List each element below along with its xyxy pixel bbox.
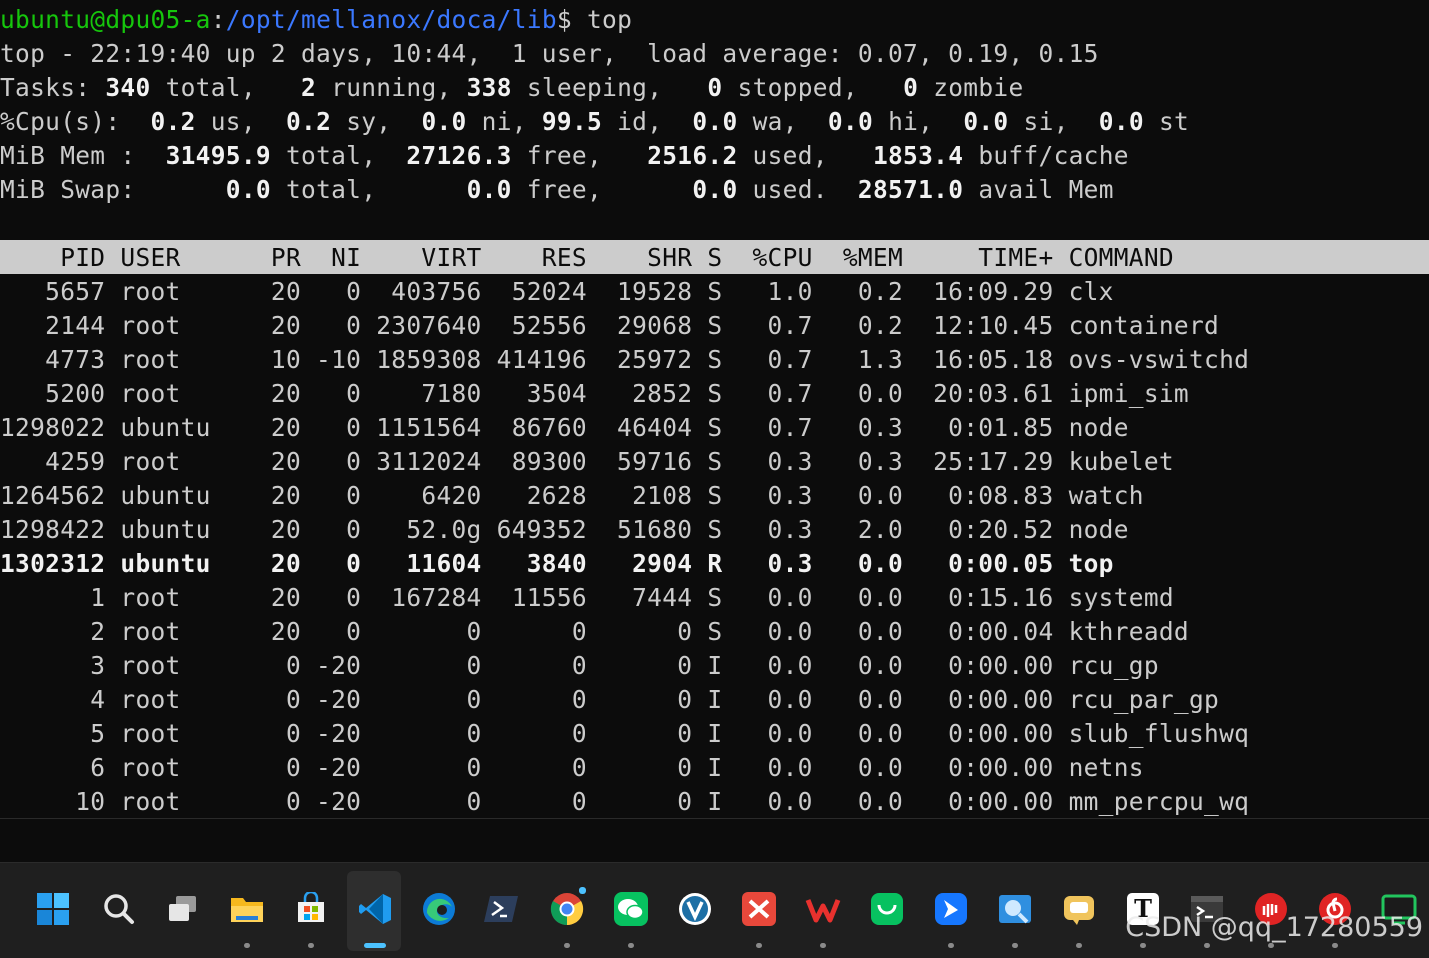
search-icon[interactable] bbox=[99, 889, 139, 929]
tasks-line: Tasks: 340 total, 2 running, 338 sleepin… bbox=[0, 73, 1024, 102]
running-indicator bbox=[628, 943, 634, 948]
vnc-viewer-icon[interactable] bbox=[675, 889, 715, 929]
feishu-icon[interactable] bbox=[931, 889, 971, 929]
running-indicator bbox=[564, 943, 570, 948]
prompt-command: top bbox=[571, 5, 633, 34]
process-row: 4773 root 10 -10 1859308 414196 25972 S … bbox=[0, 345, 1250, 374]
prompt-path: /opt/mellanox/doca/lib bbox=[225, 5, 557, 34]
windows-start-icon[interactable] bbox=[33, 889, 73, 929]
green-app-icon[interactable] bbox=[867, 889, 907, 929]
process-row: 4 root 0 -20 0 0 0 I 0.0 0.0 0:00.00 rcu… bbox=[0, 685, 1220, 714]
taskbar: T bbox=[0, 862, 1429, 958]
wps-icon[interactable] bbox=[803, 889, 843, 929]
process-row: 5200 root 20 0 7180 3504 2852 S 0.7 0.0 … bbox=[0, 379, 1189, 408]
file-explorer-icon[interactable] bbox=[227, 889, 267, 929]
running-indicator bbox=[1204, 943, 1210, 948]
process-row: 5 root 0 -20 0 0 0 I 0.0 0.0 0:00.00 slu… bbox=[0, 719, 1250, 748]
notification-dot bbox=[579, 887, 586, 894]
chat-app-icon[interactable] bbox=[1059, 889, 1099, 929]
process-row: 4259 root 20 0 3112024 89300 59716 S 0.3… bbox=[0, 447, 1174, 476]
process-row: 1 root 20 0 167284 11556 7444 S 0.0 0.0 … bbox=[0, 583, 1174, 612]
mem-line: MiB Mem : 31495.9 total, 27126.3 free, 2… bbox=[0, 141, 1129, 170]
cpu-line: %Cpu(s): 0.2 us, 0.2 sy, 0.0 ni, 99.5 id… bbox=[0, 107, 1190, 136]
running-indicator bbox=[756, 943, 762, 948]
prompt-user-host: ubuntu@dpu05-a bbox=[0, 5, 211, 34]
process-row: 1298022 ubuntu 20 0 1151564 86760 46404 … bbox=[0, 413, 1129, 442]
process-row: 10 root 0 -20 0 0 0 I 0.0 0.0 0:00.00 mm… bbox=[0, 787, 1250, 816]
running-indicator bbox=[948, 943, 954, 948]
app-search-icon[interactable] bbox=[995, 889, 1035, 929]
process-table-header: PID USER PR NI VIRT RES SHR S %CPU %MEM … bbox=[0, 243, 1174, 272]
running-indicator bbox=[1012, 943, 1018, 948]
running-indicator bbox=[1332, 943, 1338, 948]
xmind-icon[interactable] bbox=[739, 889, 779, 929]
powershell-icon[interactable] bbox=[482, 889, 522, 929]
task-view-icon[interactable] bbox=[163, 889, 203, 929]
microsoft-store-icon[interactable] bbox=[291, 889, 331, 929]
edge-icon[interactable] bbox=[419, 889, 459, 929]
shell-prompt: ubuntu@dpu05-a:/opt/mellanox/doca/lib$ t… bbox=[0, 3, 632, 37]
wechat-icon[interactable] bbox=[611, 889, 651, 929]
uptime-line: top - 22:19:40 up 2 days, 10:44, 1 user,… bbox=[0, 39, 1099, 68]
vscode-icon[interactable] bbox=[355, 889, 395, 929]
process-row: 3 root 0 -20 0 0 0 I 0.0 0.0 0:00.00 rcu… bbox=[0, 651, 1159, 680]
running-indicator bbox=[1140, 943, 1146, 948]
swap-line: MiB Swap: 0.0 total, 0.0 free, 0.0 used.… bbox=[0, 175, 1114, 204]
process-row: 2144 root 20 0 2307640 52556 29068 S 0.7… bbox=[0, 311, 1220, 340]
process-row: 5657 root 20 0 403756 52024 19528 S 1.0 … bbox=[0, 277, 1114, 306]
prompt-colon: : bbox=[210, 5, 226, 34]
process-row: 6 root 0 -20 0 0 0 I 0.0 0.0 0:00.00 net… bbox=[0, 753, 1144, 782]
process-row: 1264562 ubuntu 20 0 6420 2628 2108 S 0.3… bbox=[0, 481, 1144, 510]
chrome-icon[interactable] bbox=[547, 889, 587, 929]
prompt-dollar: $ bbox=[556, 5, 572, 34]
running-indicator bbox=[308, 943, 314, 948]
active-app-indicator bbox=[364, 943, 386, 948]
process-row: 2 root 20 0 0 0 0 S 0.0 0.0 0:00.04 kthr… bbox=[0, 617, 1189, 646]
running-indicator bbox=[244, 943, 250, 948]
running-indicator bbox=[820, 943, 826, 948]
running-indicator bbox=[1268, 943, 1274, 948]
csdn-watermark: CSDN @qq_17280559 bbox=[1125, 912, 1423, 943]
process-row: 1298422 ubuntu 20 0 52.0g 649352 51680 S… bbox=[0, 515, 1129, 544]
running-indicator bbox=[1076, 943, 1082, 948]
terminal-window[interactable]: ubuntu@dpu05-a:/opt/mellanox/doca/lib$ t… bbox=[0, 0, 1429, 862]
terminal-divider bbox=[0, 818, 1429, 819]
process-row-highlighted: 1302312 ubuntu 20 0 11604 3840 2904 R 0.… bbox=[0, 549, 1114, 578]
